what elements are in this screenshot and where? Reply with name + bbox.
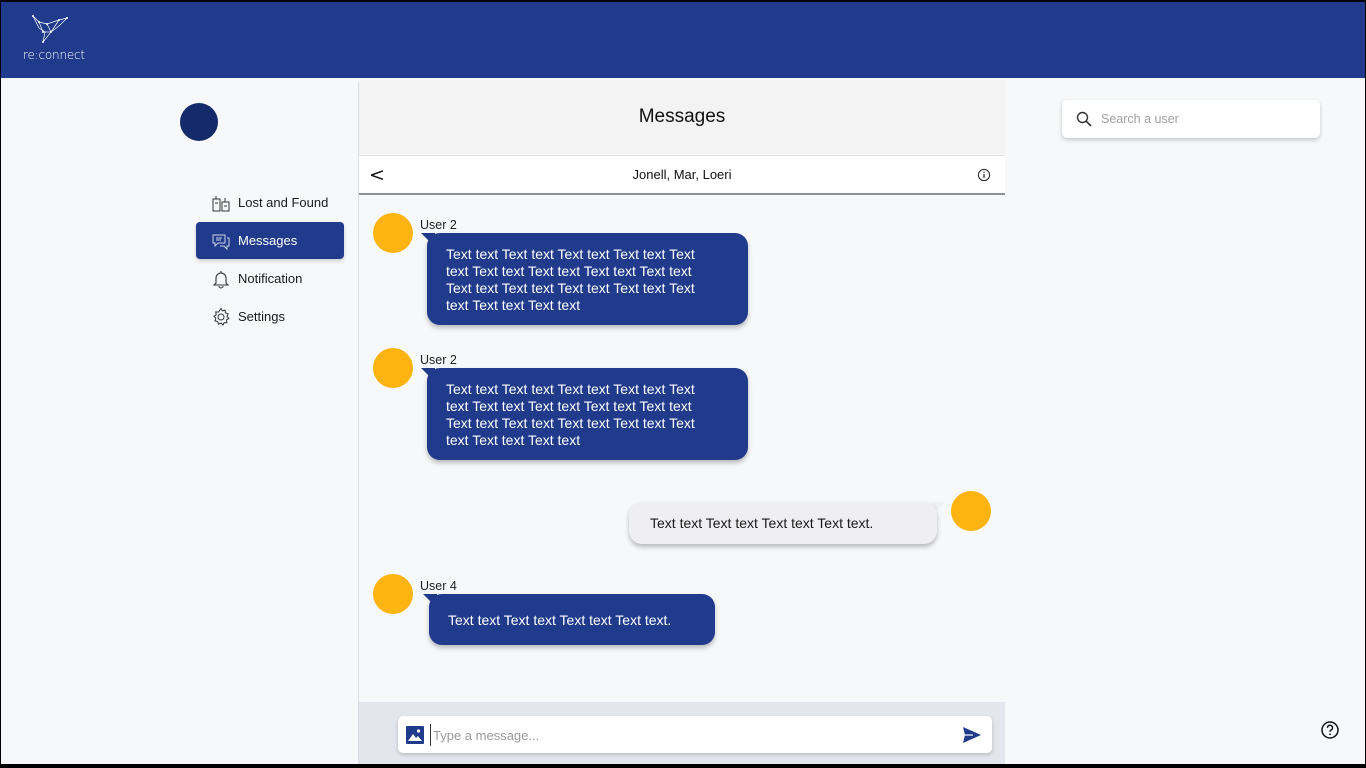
message-avatar[interactable] bbox=[373, 574, 413, 614]
message-line: Text text Text text Text text Text text … bbox=[446, 280, 695, 296]
help-icon[interactable] bbox=[1320, 720, 1340, 740]
sidebar-item-messages[interactable]: Messages bbox=[196, 222, 344, 259]
message-bubble[interactable]: Text text Text text Text text Text text. bbox=[429, 594, 715, 645]
message-line: text Text text Text text Text text Text … bbox=[446, 398, 692, 414]
gear-icon bbox=[211, 307, 231, 327]
message-line: text Text text Text text Text text Text … bbox=[446, 263, 692, 279]
app-logo[interactable]: re:connect bbox=[23, 14, 89, 64]
message-line: Text text Text text Text text Text text. bbox=[650, 515, 874, 531]
info-icon[interactable] bbox=[977, 168, 991, 182]
sidebar-item-settings[interactable]: Settings bbox=[196, 298, 344, 335]
conversation-name: Jonell, Mar, Loeri bbox=[632, 167, 732, 182]
message-bubble[interactable]: Text text Text text Text text Text text … bbox=[427, 233, 748, 325]
message-username: User 2 bbox=[420, 353, 457, 367]
message-line: text Text text Text text bbox=[446, 432, 581, 448]
message-bubble[interactable]: Text text Text text Text text Text text. bbox=[629, 502, 937, 544]
send-icon[interactable] bbox=[962, 725, 982, 745]
sidebar-nav: Lost and Found Messages Notification Set… bbox=[196, 184, 344, 336]
chat-header: Messages bbox=[359, 80, 1005, 154]
message-input[interactable] bbox=[430, 724, 950, 746]
back-button[interactable]: < bbox=[369, 164, 385, 186]
message-line: text Text text Text text bbox=[446, 297, 581, 313]
sidebar-item-label: Settings bbox=[238, 309, 285, 324]
lost-found-icon bbox=[211, 193, 231, 213]
messages-icon bbox=[211, 231, 231, 251]
user-search bbox=[1062, 100, 1320, 138]
sidebar-item-notification[interactable]: Notification bbox=[196, 260, 344, 297]
message-composer bbox=[398, 716, 992, 753]
conversation-bar: < Jonell, Mar, Loeri bbox=[359, 155, 1005, 195]
message-line: Text text Text text Text text Text text … bbox=[446, 415, 695, 431]
message-username: User 4 bbox=[420, 579, 457, 593]
message-line: Text text Text text Text text Text text. bbox=[448, 612, 672, 628]
search-icon bbox=[1076, 111, 1092, 127]
message-line: Text text Text text Text text Text text … bbox=[446, 246, 695, 262]
message-avatar[interactable] bbox=[951, 491, 991, 531]
sidebar-item-label: Lost and Found bbox=[238, 195, 329, 210]
message-username: User 2 bbox=[420, 218, 457, 232]
page-title: Messages bbox=[638, 106, 726, 127]
search-input[interactable] bbox=[1101, 109, 1301, 129]
logo-text: re:connect bbox=[23, 48, 85, 62]
sidebar-item-label: Messages bbox=[238, 233, 298, 248]
message-avatar[interactable] bbox=[373, 213, 413, 253]
message-avatar[interactable] bbox=[373, 348, 413, 388]
bird-logo-icon bbox=[32, 15, 69, 43]
sidebar-item-lost-and-found[interactable]: Lost and Found bbox=[196, 184, 344, 221]
sidebar-item-label: Notification bbox=[238, 271, 303, 286]
app-window: re:connect Lost and Found Messages Notif… bbox=[1, 2, 1365, 764]
image-attach-icon[interactable] bbox=[406, 726, 424, 744]
bell-icon bbox=[211, 269, 231, 289]
message-bubble[interactable]: Text text Text text Text text Text text … bbox=[427, 368, 748, 460]
top-bar: re:connect bbox=[1, 2, 1365, 78]
message-line: Text text Text text Text text Text text … bbox=[446, 381, 695, 397]
user-avatar[interactable] bbox=[180, 103, 218, 141]
